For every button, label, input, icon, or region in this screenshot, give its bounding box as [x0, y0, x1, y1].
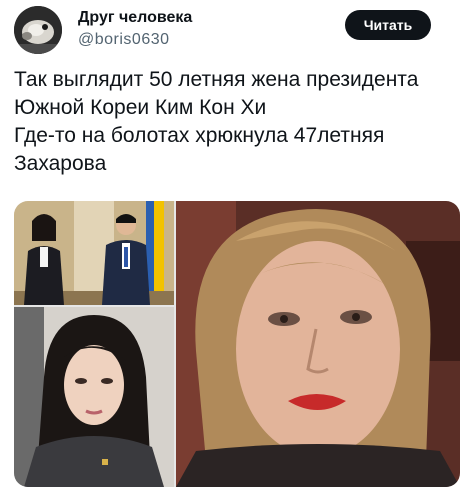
- photo-couple-icon: [14, 201, 174, 305]
- photo-portrait-woman-icon: [14, 307, 174, 487]
- media-photo-1[interactable]: [14, 201, 174, 305]
- tweet-line: Где-то на болотах хрюкнула 47летняя: [14, 124, 385, 147]
- follow-button[interactable]: Читать: [345, 10, 431, 40]
- tweet-line: Так выглядит 50 летняя жена президента: [14, 68, 419, 91]
- tweet-header: Друг человека @boris0630 Читать: [0, 0, 474, 60]
- photo-portrait-woman-closeup-icon: [176, 201, 460, 487]
- author-avatar[interactable]: [14, 6, 62, 54]
- media-photo-2[interactable]: [14, 307, 174, 487]
- tweet-media-grid: [14, 201, 460, 487]
- author-display-name[interactable]: Друг человека: [78, 9, 192, 27]
- tweet-line: Захарова: [14, 152, 107, 175]
- avatar-cat-icon: [14, 6, 62, 54]
- tweet-text: Так выглядит 50 летняя жена президента Ю…: [14, 66, 464, 178]
- media-photo-3[interactable]: [176, 201, 460, 487]
- author-handle[interactable]: @boris0630: [78, 31, 170, 49]
- tweet-line: Южной Кореи Ким Кон Хи: [14, 96, 267, 119]
